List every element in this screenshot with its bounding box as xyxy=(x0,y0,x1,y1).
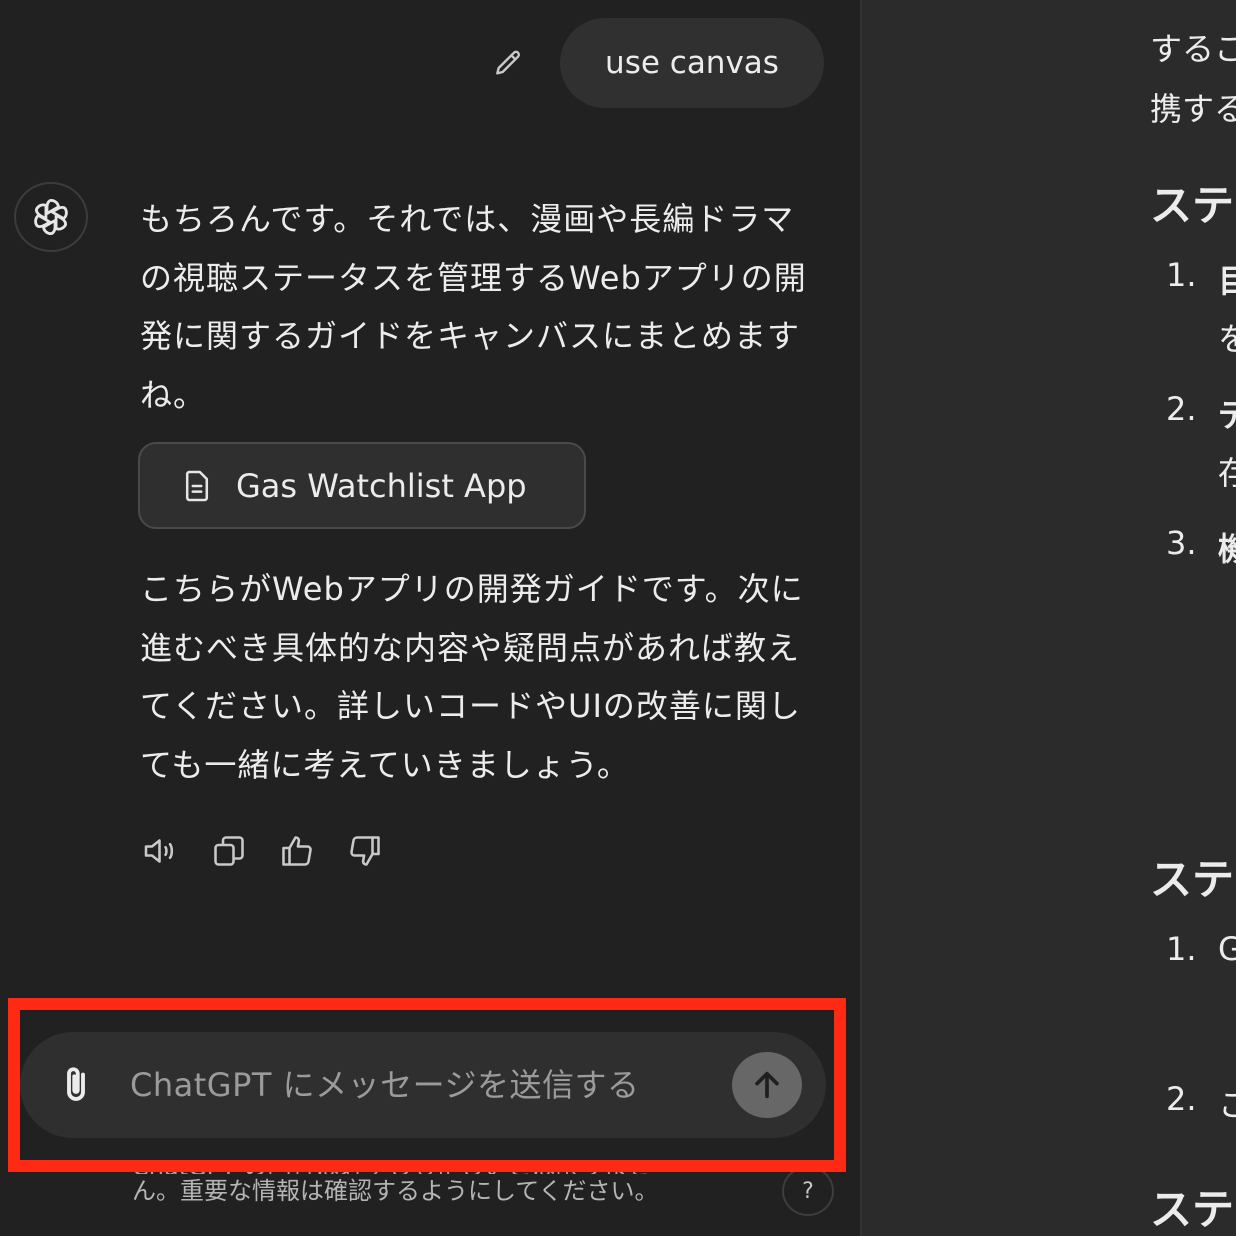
user-message-bubble: use canvas xyxy=(560,18,824,108)
canvas-list-number: 2. xyxy=(1166,390,1197,428)
copy-icon[interactable] xyxy=(208,830,250,872)
canvas-list-sub: を xyxy=(1218,320,1236,358)
message-input[interactable] xyxy=(130,1060,720,1110)
assistant-message-paragraph-1: もちろんです。それでは、漫画や長編ドラマの視聴ステータスを管理するWebアプリの… xyxy=(140,200,807,414)
canvas-list-number: 2. xyxy=(1166,1080,1197,1118)
arrow-up-icon xyxy=(755,1071,779,1099)
canvas-list-number: 3. xyxy=(1166,524,1197,562)
canvas-list-number: 1. xyxy=(1166,930,1197,968)
canvas-text-line: するこ xyxy=(1150,30,1236,68)
attach-file-icon[interactable] xyxy=(52,1060,100,1110)
canvas-list-number: 1. xyxy=(1166,256,1197,294)
canvas-document-card[interactable]: Gas Watchlist App xyxy=(138,442,586,529)
disclaimer: ChatGPT の回答は必ずしも正しいとは限りませ ん。重要な情報は確認するよう… xyxy=(132,1160,772,1208)
user-message-text: use canvas xyxy=(605,45,779,81)
canvas-list-item: デ xyxy=(1218,396,1236,434)
thumbs-up-icon[interactable] xyxy=(276,830,318,872)
assistant-message-paragraph-2: こちらがWebアプリの開発ガイドです。次に進むべき具体的な内容や疑問点があれば教… xyxy=(140,570,804,784)
message-actions xyxy=(140,830,386,872)
read-aloud-icon[interactable] xyxy=(140,830,182,872)
canvas-list-item: 機 xyxy=(1218,530,1236,568)
canvas-list-item: G xyxy=(1218,930,1236,968)
help-button[interactable]: ? xyxy=(782,1166,834,1216)
document-icon xyxy=(180,468,214,504)
canvas-list-item: 目 xyxy=(1218,262,1236,300)
canvas-card-title: Gas Watchlist App xyxy=(236,466,527,505)
disclaimer-line-1: ChatGPT の回答は必ずしも正しいとは限りませ xyxy=(132,1160,651,1174)
canvas-heading: ステ xyxy=(1150,855,1235,904)
canvas-heading: ステ xyxy=(1150,1185,1235,1234)
canvas-list-item: こ xyxy=(1218,1086,1236,1124)
edit-message-icon[interactable] xyxy=(488,44,528,84)
chatgpt-logo-icon xyxy=(14,182,88,252)
thumbs-down-icon[interactable] xyxy=(344,830,386,872)
disclaimer-line-2: ん。重要な情報は確認するようにしてください。 xyxy=(132,1177,659,1205)
chat-pane: use canvas もちろんです。それでは、漫画や長編ドラマの視聴ステータスを… xyxy=(0,0,860,1236)
send-button[interactable] xyxy=(732,1052,802,1118)
canvas-list-sub: 存 xyxy=(1218,454,1236,492)
canvas-heading: ステ xyxy=(1150,181,1235,230)
canvas-pane: するこ 携する ステ 1. 目 を 2. デ 存 3. 機 ステ 1. G 2.… xyxy=(862,0,1236,1236)
canvas-text-line: 携する xyxy=(1150,90,1236,128)
